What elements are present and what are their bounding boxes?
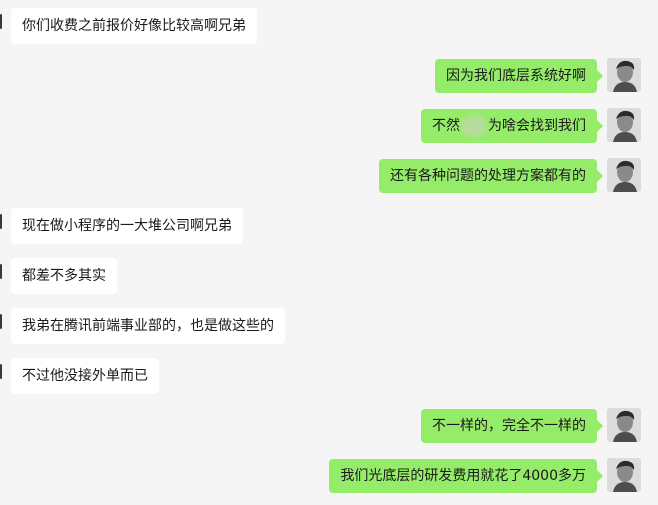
sender-avatar-edge bbox=[0, 14, 2, 29]
message-bubble-incoming[interactable]: 我弟在腾讯前端事业部的，也是做这些的 bbox=[11, 308, 285, 344]
avatar-portrait-icon[interactable] bbox=[607, 108, 641, 142]
message-bubble-outgoing[interactable]: 因为我们底层系统好啊 bbox=[435, 59, 603, 93]
avatar-portrait-icon[interactable] bbox=[607, 458, 641, 492]
redaction-mark bbox=[461, 115, 487, 137]
sender-avatar-edge bbox=[0, 314, 2, 329]
message-row-incoming: 不过他没接外单而已 bbox=[0, 358, 658, 398]
message-row-incoming: 我弟在腾讯前端事业部的，也是做这些的 bbox=[0, 308, 658, 348]
message-bubble-outgoing[interactable]: 还有各种问题的处理方案都有的 bbox=[379, 159, 603, 193]
message-row-outgoing: 不一样的，完全不一样的 bbox=[0, 408, 658, 448]
message-text-part: 不然 bbox=[432, 118, 460, 134]
avatar-portrait-icon[interactable] bbox=[607, 158, 641, 192]
message-row-outgoing: 还有各种问题的处理方案都有的 bbox=[0, 158, 658, 198]
message-bubble-incoming[interactable]: 现在做小程序的一大堆公司啊兄弟 bbox=[11, 208, 243, 244]
message-row-outgoing: 因为我们底层系统好啊 bbox=[0, 58, 658, 98]
message-bubble-incoming[interactable]: 你们收费之前报价好像比较高啊兄弟 bbox=[11, 8, 257, 44]
message-bubble-outgoing[interactable]: 不然 为啥会找到我们 bbox=[421, 109, 603, 143]
message-bubble-incoming[interactable]: 都差不多其实 bbox=[11, 258, 117, 294]
message-row-outgoing: 我们光底层的研发费用就花了4000多万 bbox=[0, 458, 658, 498]
message-bubble-incoming[interactable]: 不过他没接外单而已 bbox=[11, 358, 159, 394]
message-row-incoming: 都差不多其实 bbox=[0, 258, 658, 298]
sender-avatar-edge bbox=[0, 364, 2, 379]
message-bubble-outgoing[interactable]: 我们光底层的研发费用就花了4000多万 bbox=[329, 459, 603, 493]
message-bubble-outgoing[interactable]: 不一样的，完全不一样的 bbox=[421, 409, 603, 443]
message-row-incoming: 你们收费之前报价好像比较高啊兄弟 bbox=[0, 8, 658, 48]
message-row-incoming: 现在做小程序的一大堆公司啊兄弟 bbox=[0, 208, 658, 248]
sender-avatar-edge bbox=[0, 264, 2, 279]
chat-message-list: 你们收费之前报价好像比较高啊兄弟 因为我们底层系统好啊 不然 为啥会找到我们 还有… bbox=[0, 0, 658, 505]
message-row-outgoing: 不然 为啥会找到我们 bbox=[0, 108, 658, 148]
avatar-portrait-icon[interactable] bbox=[607, 58, 641, 92]
message-text-part: 为啥会找到我们 bbox=[488, 118, 586, 134]
avatar-portrait-icon[interactable] bbox=[607, 408, 641, 442]
sender-avatar-edge bbox=[0, 214, 2, 229]
